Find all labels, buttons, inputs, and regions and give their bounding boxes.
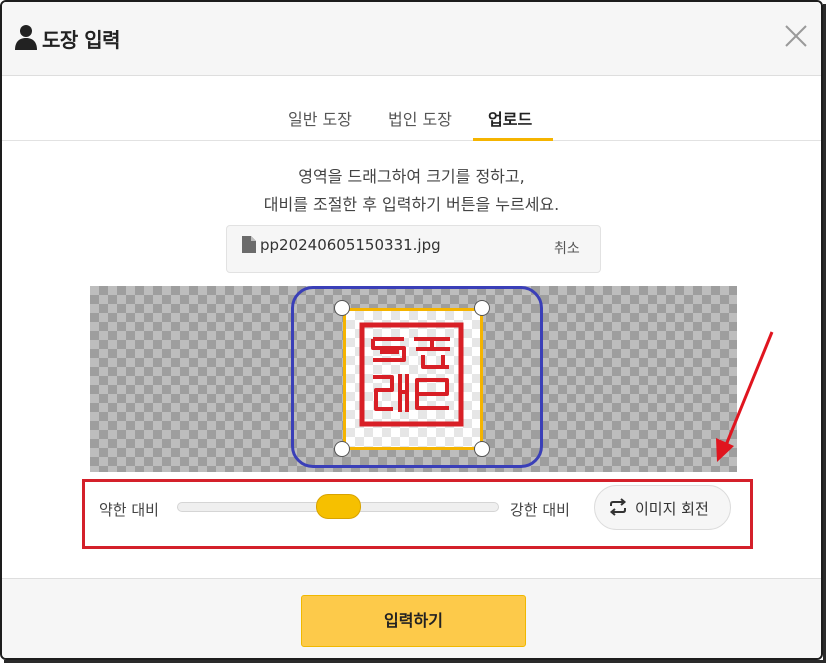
strong-contrast-label: 강한 대비 xyxy=(510,501,570,519)
user-icon xyxy=(15,25,37,50)
close-icon[interactable] xyxy=(781,21,811,51)
submit-button[interactable]: 입력하기 xyxy=(301,595,526,647)
tab-general-stamp[interactable]: 일반 도장 xyxy=(288,106,352,130)
cancel-upload-button[interactable]: 취소 xyxy=(554,238,580,258)
dialog-title: 도장 입력 xyxy=(42,28,121,52)
file-name: pp20240605150331.jpg xyxy=(260,236,441,254)
file-icon xyxy=(242,236,256,253)
instruction-line-2: 대비를 조절한 후 입력하기 버튼을 누르세요. xyxy=(263,195,560,214)
instruction-line-1: 영역을 드래그하여 크기를 정하고, xyxy=(298,167,525,186)
active-tab-indicator xyxy=(473,138,553,141)
weak-contrast-label: 약한 대비 xyxy=(99,501,159,519)
stamp-input-dialog: 도장 입력 일반 도장 법인 도장 업로드 영역을 드래그하여 크기를 정하고,… xyxy=(0,0,823,660)
rotate-image-label: 이미지 회전 xyxy=(635,500,709,518)
contrast-slider-thumb[interactable] xyxy=(316,494,361,519)
dialog-header: 도장 입력 xyxy=(2,2,821,76)
tab-upload[interactable]: 업로드 xyxy=(488,106,532,130)
tab-bar: 일반 도장 법인 도장 업로드 xyxy=(2,98,821,141)
rotate-image-button[interactable]: 이미지 회전 xyxy=(594,485,731,530)
uploaded-file-box: pp20240605150331.jpg 취소 xyxy=(226,225,601,273)
rotate-icon xyxy=(609,498,627,516)
crop-highlight-annotation xyxy=(291,286,543,468)
tab-corporate-stamp[interactable]: 법인 도장 xyxy=(388,106,452,130)
annotation-arrow-icon xyxy=(716,331,774,462)
